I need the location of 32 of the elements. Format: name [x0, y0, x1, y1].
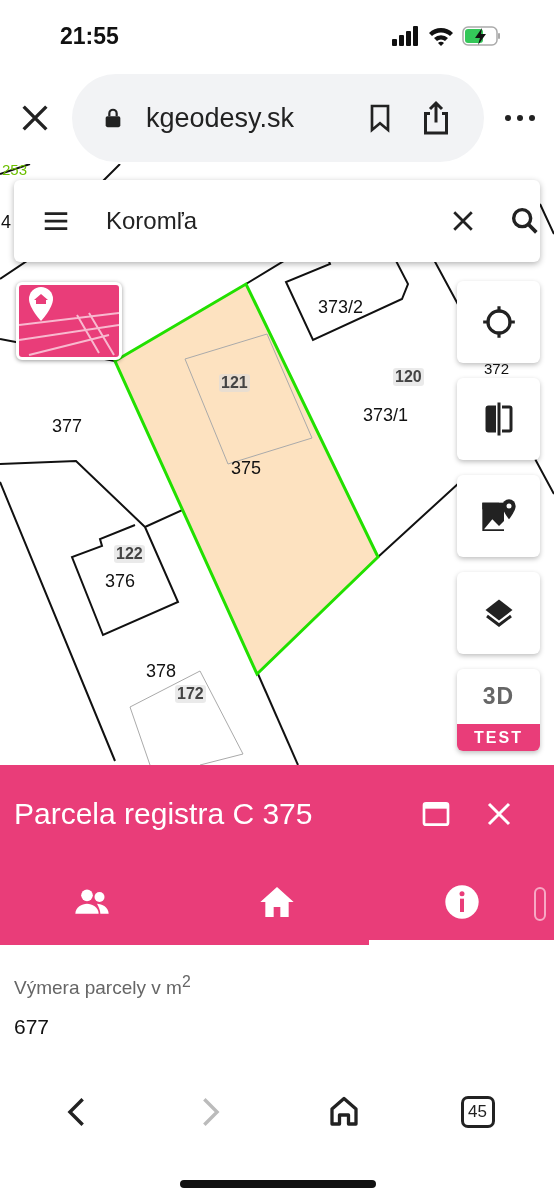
test-label: TEST	[457, 724, 540, 751]
locate-button[interactable]	[457, 281, 540, 363]
battery-charging-icon	[462, 26, 502, 46]
layers-button[interactable]	[457, 572, 540, 654]
parcel-number: 373/2	[318, 297, 364, 318]
more-button[interactable]	[504, 113, 536, 123]
building-number: 172	[175, 685, 206, 703]
parcel-number: 4	[1, 212, 11, 233]
3d-button[interactable]: 3D TEST	[457, 669, 540, 751]
building-number: 121	[219, 374, 250, 392]
compare-button[interactable]	[457, 378, 540, 460]
panel-title: Parcela registra C 375	[14, 797, 314, 831]
parcel-number: 373/1	[363, 405, 409, 426]
building-number: 122	[114, 545, 145, 563]
building-number: 120	[393, 368, 424, 386]
status-time: 21:55	[60, 22, 119, 50]
url-text: kgeodesy.sk	[146, 102, 296, 134]
search-field[interactable]: Koromľa	[104, 206, 418, 236]
field-value: 677	[14, 1015, 51, 1040]
parcel-number: 372	[484, 360, 510, 377]
parcel-number: 377	[52, 416, 83, 437]
parcel-number: 375	[231, 458, 262, 479]
wifi-icon	[428, 26, 454, 46]
scroll-indicator	[534, 887, 546, 921]
parcel-number: 376	[105, 571, 136, 592]
tabs-button[interactable]: 45	[460, 1096, 495, 1128]
parcel-number: 378	[146, 661, 177, 682]
address-bar[interactable]: kgeodesy.sk	[72, 74, 484, 162]
photo-button[interactable]	[457, 475, 540, 557]
more-icon	[504, 113, 536, 123]
field-label: Výmera parcely v m$^{2}$	[14, 973, 192, 1000]
signal-icon	[392, 26, 420, 46]
